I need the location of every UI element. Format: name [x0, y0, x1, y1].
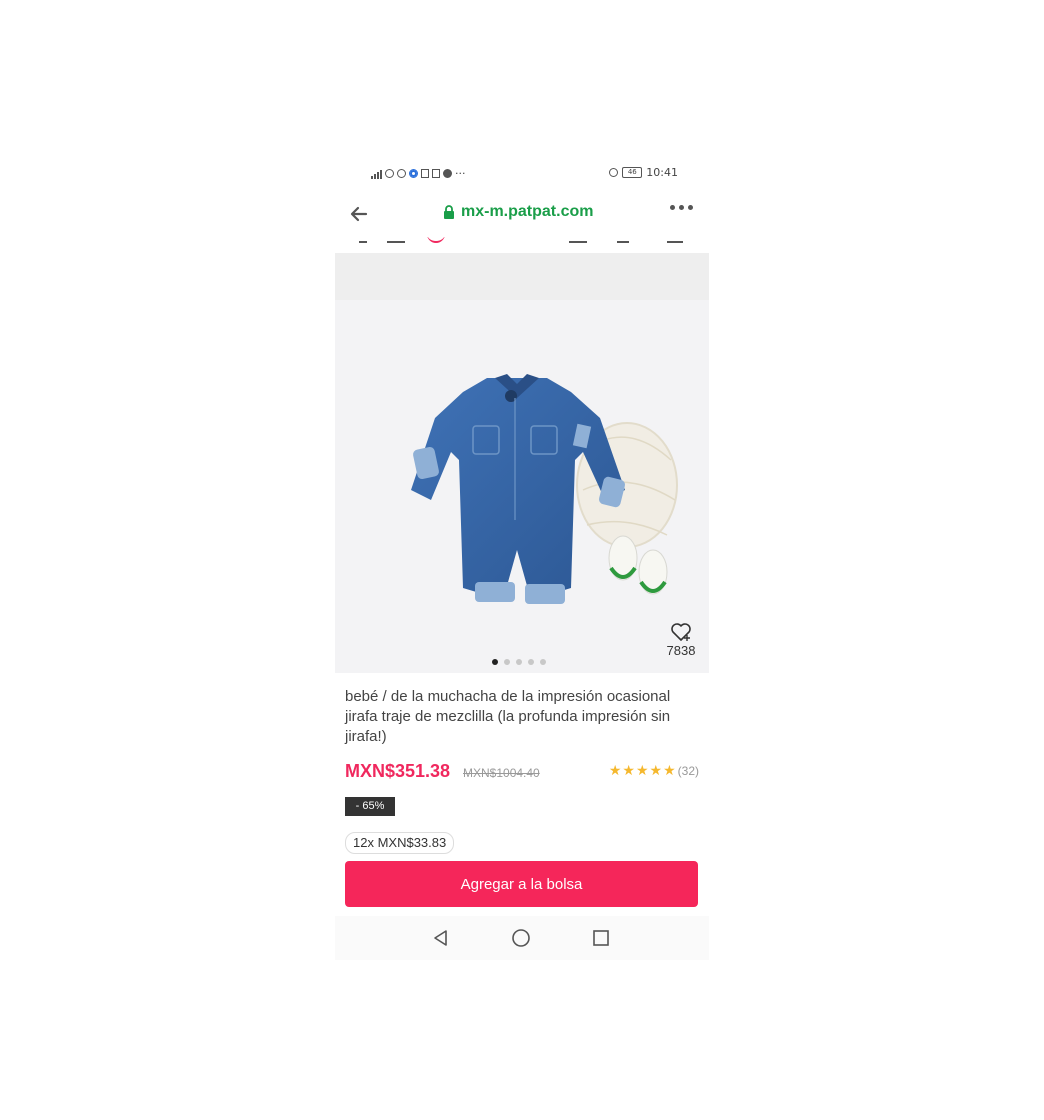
more-options-icon[interactable]: [670, 205, 693, 210]
phone-screen: ··· 46 10:41 mx-m.patpat.com 7838 bebé /…: [335, 155, 709, 960]
carousel-dot[interactable]: [540, 659, 546, 665]
discount-badge: - 65%: [345, 797, 395, 816]
wishlist-button[interactable]: 7838: [661, 622, 701, 658]
more-notifications-icon: ···: [455, 167, 466, 180]
lock-icon: [444, 205, 454, 219]
star-icon: ★: [622, 763, 635, 779]
status-icons-right: 46 10:41: [609, 166, 678, 179]
product-image[interactable]: 7838: [335, 300, 709, 673]
add-to-bag-button[interactable]: Agregar a la bolsa: [345, 861, 698, 907]
search-icon: [617, 237, 629, 243]
status-time: 10:41: [646, 166, 678, 179]
whatsapp-icon: [397, 169, 406, 178]
star-icon: ★: [649, 763, 663, 779]
app-notification-icon: [409, 169, 418, 178]
wishlist-count: 7838: [666, 643, 696, 658]
nav-recents-icon[interactable]: [591, 928, 611, 948]
nav-home-icon[interactable]: [511, 928, 531, 948]
system-nav-bar: [335, 916, 709, 960]
bag-icon: [569, 237, 587, 243]
status-icons-left: ···: [371, 167, 466, 180]
heart-icon: [671, 623, 691, 641]
original-price: MXN$1004.40: [463, 766, 540, 780]
product-title: bebé / de la muchacha de la impresión oc…: [345, 688, 671, 745]
rating[interactable]: ★ ★ ★ ★ ★ (32): [609, 764, 699, 778]
news-icon: [421, 169, 429, 178]
image-carousel-dots: [492, 659, 546, 665]
document-icon: [432, 169, 440, 178]
site-back-icon: [359, 237, 367, 243]
carousel-dot[interactable]: [528, 659, 534, 665]
promo-banner-placeholder: [335, 253, 709, 300]
star-icon: ★: [635, 763, 649, 779]
url-text: mx-m.patpat.com: [461, 203, 594, 220]
menu-icon: [387, 237, 405, 243]
back-arrow-icon[interactable]: [349, 204, 369, 224]
installment-badge: 12x MXN$33.83: [345, 832, 455, 854]
alarm-icon: [609, 168, 619, 177]
carousel-dot[interactable]: [504, 659, 510, 665]
facebook-icon: [443, 169, 452, 178]
product-photo: [411, 374, 678, 604]
wifi-icon: [385, 169, 394, 178]
current-price: MXN$351.38: [345, 761, 451, 781]
browser-bar: mx-m.patpat.com: [335, 191, 709, 238]
address-bar[interactable]: mx-m.patpat.com: [443, 203, 593, 221]
site-header-cutoff: [335, 237, 709, 253]
status-bar: ··· 46 10:41: [335, 155, 709, 191]
logo-icon: [427, 237, 445, 243]
carousel-dot[interactable]: [492, 659, 498, 665]
carousel-dot[interactable]: [516, 659, 522, 665]
price-row: MXN$351.38 MXN$1004.40 ★ ★ ★ ★ ★ (32): [345, 761, 699, 785]
account-icon: [667, 237, 683, 243]
star-icon: ★: [663, 763, 676, 779]
battery-icon: 46: [622, 167, 643, 178]
review-count: (32): [677, 764, 699, 778]
star-icon: ★: [608, 763, 622, 779]
signal-icon: [371, 169, 382, 179]
nav-back-icon[interactable]: [431, 928, 451, 948]
